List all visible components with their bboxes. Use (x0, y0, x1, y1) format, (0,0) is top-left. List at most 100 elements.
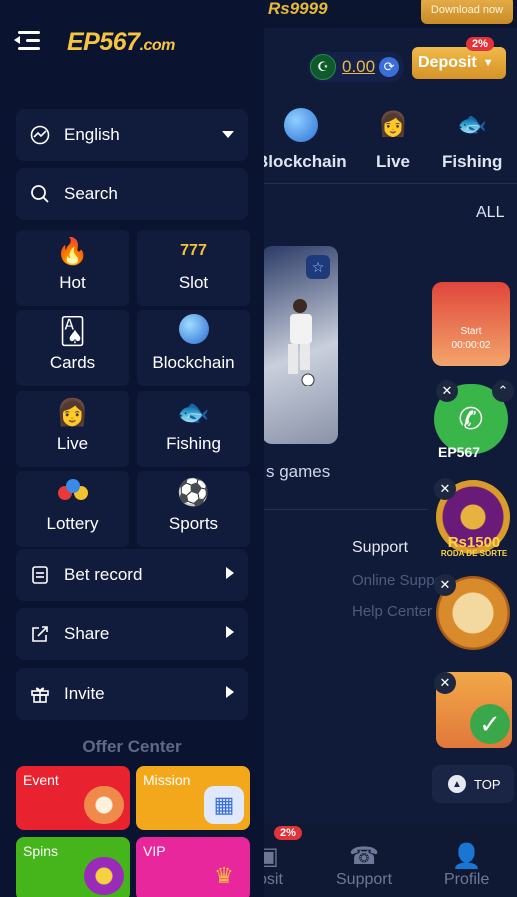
nav-label: Profile (444, 871, 490, 888)
offer-mission[interactable]: Mission ▦ (136, 766, 250, 830)
logo-suffix: .com (139, 37, 176, 54)
logo-text: EP567 (67, 28, 140, 56)
chevron-down-icon (222, 131, 234, 138)
chevron-down-icon: ▼ (482, 57, 494, 69)
promo-amount: Rs9999 (268, 0, 328, 18)
share-row[interactable]: Share (16, 608, 248, 660)
close-icon[interactable]: ✕ (434, 574, 456, 596)
tab-label: Fishing (442, 152, 503, 171)
bet-record-row[interactable]: Bet record (16, 549, 248, 601)
spin-wheel-icon (84, 857, 124, 895)
whatsapp-icon: ✆ (458, 402, 484, 436)
tab-label: Live (376, 152, 411, 171)
chevron-right-icon (226, 567, 234, 579)
offer-label: Spins (23, 843, 59, 859)
help-center-link[interactable]: Help Center (352, 603, 432, 620)
logo[interactable]: EP567.com (67, 28, 175, 57)
tab-live[interactable]: 👩 Live (376, 108, 410, 172)
cards-icon: 🂡 (59, 316, 86, 346)
offer-spins[interactable]: Spins (16, 837, 130, 897)
search-icon (30, 184, 50, 204)
nav-support[interactable]: ☎ Support (336, 843, 392, 889)
category-hot[interactable]: 🔥 Hot (16, 230, 129, 306)
bottom-nav: ▣ osit 2% ☎ Support 👤 Profile (256, 825, 517, 897)
invite-row[interactable]: Invite (16, 668, 248, 720)
whatsapp-brand-label: EP567 (438, 444, 481, 460)
scroll-top-button[interactable]: ▲ TOP (432, 765, 514, 803)
category-label: Lottery (46, 514, 99, 533)
offer-event[interactable]: Event (16, 766, 130, 830)
language-label: English (64, 125, 120, 144)
bet-record-label: Bet record (64, 565, 143, 584)
category-slot[interactable]: 777 Slot (137, 230, 250, 306)
top-label: TOP (474, 776, 501, 792)
planet-icon (284, 108, 319, 142)
category-sports[interactable]: ⚽ Sports (137, 471, 250, 547)
category-fishing[interactable]: 🐟 Fishing (137, 391, 250, 467)
drawer-header: EP567.com (0, 0, 264, 96)
category-tabs: Blockchain 👩 Live 🐟 Fishing (256, 100, 517, 184)
timer-value: 00:00:02 (451, 340, 491, 351)
live-dealer-icon: 👩 (378, 111, 408, 138)
collapse-up-icon[interactable]: ⌃ (492, 380, 514, 402)
divider (258, 509, 428, 510)
calendar-icon: ▦ (204, 786, 244, 824)
arrow-up-icon: ▲ (448, 775, 466, 793)
language-icon (30, 125, 50, 145)
category-label: Blockchain (152, 353, 235, 372)
refresh-icon[interactable]: ⟳ (379, 57, 400, 77)
share-label: Share (64, 624, 110, 643)
tab-label: Blockchain (256, 152, 347, 171)
planet-icon (177, 314, 211, 348)
app-screen: Rs9999 Download now ☪ 0.00 ⟳ Deposit ▼ 2… (0, 0, 517, 897)
category-blockchain[interactable]: Blockchain (137, 310, 250, 386)
close-icon[interactable]: ✕ (436, 380, 458, 402)
close-icon[interactable]: ✕ (434, 672, 456, 694)
balance-pill[interactable]: ☪ 0.00 ⟳ (308, 52, 404, 82)
tab-fishing[interactable]: 🐟 Fishing (442, 108, 502, 172)
close-icon[interactable]: ✕ (434, 478, 456, 500)
category-label: Cards (49, 353, 96, 372)
crown-icon: ♛ (214, 863, 234, 888)
language-selector[interactable]: English (16, 109, 248, 161)
support-title: Support (352, 539, 409, 556)
category-cards[interactable]: 🂡 Cards (16, 310, 129, 386)
nav-label: Support (336, 871, 393, 888)
profile-icon: 👤 (451, 843, 482, 870)
category-label: Live (56, 434, 89, 453)
support-icon: ☎ (349, 843, 379, 870)
chevron-right-icon (226, 686, 234, 698)
deposit-button[interactable]: Deposit ▼ (412, 47, 506, 79)
category-label: Fishing (166, 434, 221, 453)
soccer-player-image (288, 299, 315, 386)
favorite-star-icon[interactable]: ☆ (306, 255, 330, 279)
all-link[interactable]: ALL (476, 204, 504, 222)
share-icon (30, 624, 50, 644)
bet-record-icon (30, 565, 50, 585)
menu-collapse-icon[interactable] (14, 31, 40, 51)
category-label: Hot (59, 273, 86, 292)
invite-label: Invite (64, 684, 105, 703)
games-section-label: s games (266, 462, 331, 481)
deposit-bonus-badge: 2% (466, 37, 494, 51)
side-drawer: EP567.com English Search 🔥 Hot 777 Slot (0, 0, 264, 897)
offer-label: Mission (143, 772, 191, 788)
category-lottery[interactable]: Lottery (16, 471, 129, 547)
category-label: Slot (178, 273, 209, 292)
slot-777-icon: 777 (180, 242, 207, 259)
chevron-right-icon (226, 626, 234, 638)
red-envelope-widget[interactable]: Start 00:00:02 (432, 282, 510, 366)
offer-label: VIP (143, 843, 166, 859)
fishing-icon: 🐟 (457, 111, 488, 138)
tab-blockchain[interactable]: Blockchain (256, 108, 347, 172)
live-dealer-icon: 👩 (56, 397, 89, 427)
checkmark-icon: ✓ (470, 704, 510, 744)
offer-vip[interactable]: VIP ♛ (136, 837, 250, 897)
nav-profile[interactable]: 👤 Profile (444, 843, 489, 889)
offer-label: Event (23, 772, 59, 788)
search-label: Search (64, 184, 118, 203)
category-live[interactable]: 👩 Live (16, 391, 129, 467)
search-row[interactable]: Search (16, 168, 248, 220)
timer-start-label: Start (460, 326, 482, 337)
download-button[interactable]: Download now (421, 0, 513, 24)
